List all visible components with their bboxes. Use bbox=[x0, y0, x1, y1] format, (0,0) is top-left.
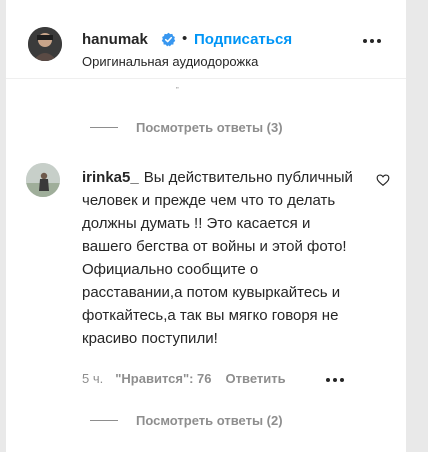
verified-icon bbox=[161, 32, 176, 47]
author-avatar[interactable] bbox=[28, 27, 62, 61]
comment-text: Вы действительно публичный человек и пре… bbox=[82, 169, 353, 347]
view-replies-button-2[interactable]: Посмотреть ответы (2) bbox=[90, 411, 283, 429]
reply-button[interactable]: Ответить bbox=[226, 371, 286, 386]
comment-likes[interactable]: "Нравится": 76 bbox=[115, 371, 211, 386]
partial-text-fragment: ” bbox=[176, 86, 179, 95]
comments-panel: hanumak • Подписаться Оригинальная аудио… bbox=[6, 0, 406, 452]
comment-meta: 5 ч. "Нравится": 76 Ответить bbox=[82, 371, 286, 386]
replies-divider bbox=[90, 419, 118, 421]
commenter-avatar[interactable] bbox=[26, 163, 60, 197]
follow-button[interactable]: Подписаться bbox=[194, 31, 292, 48]
separator-dot: • bbox=[182, 30, 188, 47]
author-username[interactable]: hanumak bbox=[82, 31, 148, 48]
replies-divider bbox=[90, 126, 118, 128]
comment-time: 5 ч. bbox=[82, 371, 104, 386]
more-options-icon[interactable] bbox=[362, 38, 382, 44]
comment-body: irinka5_ Вы действительно публичный челов… bbox=[82, 166, 357, 350]
post-header: hanumak • Подписаться Оригинальная аудио… bbox=[6, 0, 406, 79]
commenter-username[interactable]: irinka5_ bbox=[82, 169, 139, 186]
comment-more-icon[interactable] bbox=[325, 377, 345, 383]
heart-icon[interactable] bbox=[376, 173, 390, 187]
view-replies-button[interactable]: Посмотреть ответы (3) bbox=[90, 118, 283, 136]
view-replies-label: Посмотреть ответы (2) bbox=[136, 412, 283, 428]
audio-track-link[interactable]: Оригинальная аудиодорожка bbox=[82, 54, 258, 69]
view-replies-label: Посмотреть ответы (3) bbox=[136, 119, 283, 135]
